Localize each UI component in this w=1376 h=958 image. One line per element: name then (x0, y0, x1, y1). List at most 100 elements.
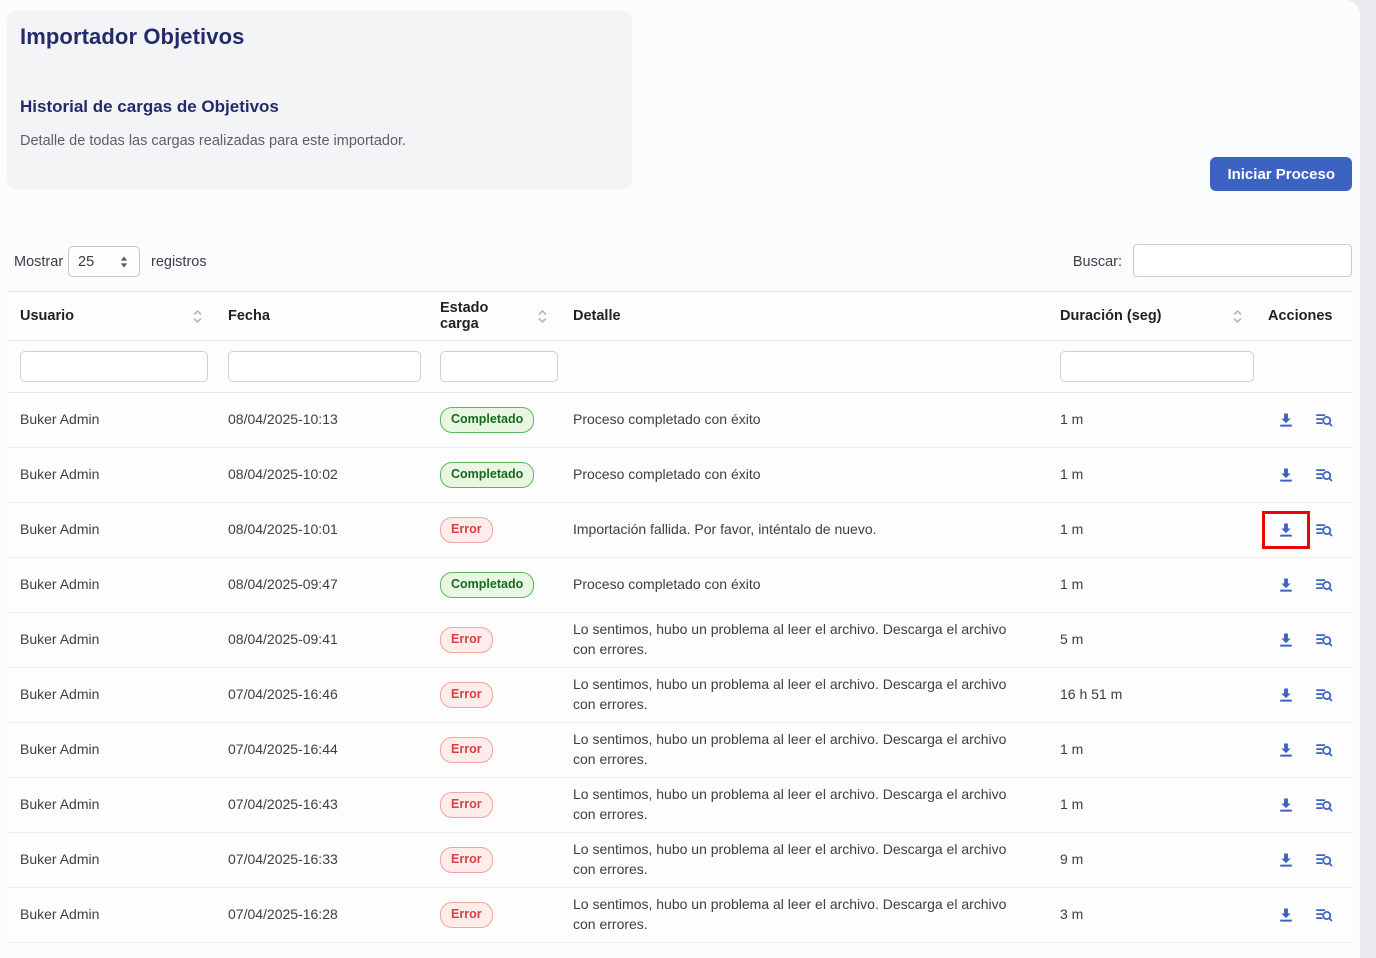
column-label: Acciones (1268, 308, 1332, 324)
cell-duracion: 3 m (1048, 888, 1256, 943)
column-label: Fecha (228, 308, 270, 324)
history-table: Usuario Fecha Estado carga Detalle Dur (8, 291, 1352, 943)
status-badge: Error (440, 627, 493, 654)
view-log-button[interactable] (1314, 575, 1334, 595)
status-badge: Error (440, 792, 493, 819)
filter-input-usuario[interactable] (20, 351, 208, 382)
cell-usuario: Buker Admin (8, 668, 216, 723)
table-row: Buker Admin 07/04/2025-16:28 Error Lo se… (8, 888, 1352, 943)
column-header-duracion[interactable]: Duración (seg) (1048, 292, 1256, 341)
cell-duracion: 1 m (1048, 393, 1256, 448)
cell-detalle: Lo sentimos, hubo un problema al leer el… (561, 668, 1048, 723)
column-header-detalle[interactable]: Detalle (561, 292, 1048, 341)
cell-usuario: Buker Admin (8, 723, 216, 778)
view-log-button[interactable] (1314, 630, 1334, 650)
cell-detalle: Lo sentimos, hubo un problema al leer el… (561, 778, 1048, 833)
download-icon (1276, 520, 1296, 540)
cell-usuario: Buker Admin (8, 503, 216, 558)
view-log-button[interactable] (1314, 740, 1334, 760)
sort-chevrons-icon (191, 309, 204, 324)
status-badge: Completado (440, 572, 534, 599)
download-button[interactable] (1276, 795, 1296, 815)
column-header-estado-carga[interactable]: Estado carga (428, 292, 561, 341)
download-icon (1276, 795, 1296, 815)
cell-usuario: Buker Admin (8, 833, 216, 888)
cell-fecha: 07/04/2025-16:46 (216, 668, 428, 723)
download-button[interactable] (1276, 630, 1296, 650)
download-button[interactable] (1276, 520, 1296, 540)
filter-input-fecha[interactable] (228, 351, 421, 382)
cell-detalle: Lo sentimos, hubo un problema al leer el… (561, 888, 1048, 943)
search-list-icon (1314, 575, 1334, 595)
cell-fecha: 07/04/2025-16:44 (216, 723, 428, 778)
table-row: Buker Admin 08/04/2025-09:47 Completado … (8, 558, 1352, 613)
download-icon (1276, 850, 1296, 870)
cell-duracion: 5 m (1048, 613, 1256, 668)
status-badge: Completado (440, 407, 534, 434)
cell-estado: Error (428, 833, 561, 888)
view-log-button[interactable] (1314, 795, 1334, 815)
show-label: Mostrar (14, 254, 63, 270)
search-list-icon (1314, 685, 1334, 705)
view-log-button[interactable] (1314, 410, 1334, 430)
cell-usuario: Buker Admin (8, 393, 216, 448)
page-size-select[interactable]: 25 (68, 246, 140, 277)
cell-estado: Completado (428, 558, 561, 613)
search-list-icon (1314, 850, 1334, 870)
cell-fecha: 08/04/2025-10:13 (216, 393, 428, 448)
updown-arrows-icon (118, 255, 130, 269)
cell-fecha: 07/04/2025-16:43 (216, 778, 428, 833)
download-button[interactable] (1276, 410, 1296, 430)
filter-input-estado-carga[interactable] (440, 351, 558, 382)
section-title: Historial de cargas de Objetivos (20, 97, 619, 117)
view-log-button[interactable] (1314, 685, 1334, 705)
search-input[interactable] (1133, 244, 1352, 277)
download-button[interactable] (1276, 740, 1296, 760)
download-button[interactable] (1276, 685, 1296, 705)
cell-detalle: Proceso completado con éxito (561, 393, 1048, 448)
cell-duracion: 1 m (1048, 723, 1256, 778)
start-process-button[interactable]: Iniciar Proceso (1210, 157, 1352, 191)
download-button[interactable] (1276, 465, 1296, 485)
cell-duracion: 9 m (1048, 833, 1256, 888)
download-icon (1276, 465, 1296, 485)
column-header-usuario[interactable]: Usuario (8, 292, 216, 341)
column-header-fecha[interactable]: Fecha (216, 292, 428, 341)
search-label: Buscar: (1073, 254, 1122, 270)
cell-detalle: Lo sentimos, hubo un problema al leer el… (561, 833, 1048, 888)
download-button[interactable] (1276, 575, 1296, 595)
table-filter-row (8, 341, 1352, 393)
table-header-row: Usuario Fecha Estado carga Detalle Dur (8, 292, 1352, 341)
section-description: Detalle de todas las cargas realizadas p… (20, 133, 619, 149)
search-list-icon (1314, 795, 1334, 815)
table-row: Buker Admin 08/04/2025-09:41 Error Lo se… (8, 613, 1352, 668)
search-list-icon (1314, 465, 1334, 485)
cell-detalle: Importación fallida. Por favor, inténtal… (561, 503, 1048, 558)
header-panel: Importador Objetivos Historial de cargas… (7, 11, 632, 189)
filter-input-duracion[interactable] (1060, 351, 1254, 382)
cell-fecha: 08/04/2025-09:41 (216, 613, 428, 668)
cell-estado: Error (428, 503, 561, 558)
page-size-value: 25 (78, 254, 94, 270)
table-row: Buker Admin 07/04/2025-16:44 Error Lo se… (8, 723, 1352, 778)
view-log-button[interactable] (1314, 905, 1334, 925)
table-controls: Mostrar 25 registros Buscar: (0, 246, 1360, 282)
search-list-icon (1314, 520, 1334, 540)
table-row: Buker Admin 08/04/2025-10:02 Completado … (8, 448, 1352, 503)
view-log-button[interactable] (1314, 520, 1334, 540)
download-icon (1276, 575, 1296, 595)
page-title: Importador Objetivos (20, 24, 619, 50)
cell-usuario: Buker Admin (8, 558, 216, 613)
status-badge: Completado (440, 462, 534, 489)
download-button[interactable] (1276, 850, 1296, 870)
main-panel: Importador Objetivos Historial de cargas… (0, 0, 1360, 958)
cell-fecha: 08/04/2025-09:47 (216, 558, 428, 613)
cell-detalle: Proceso completado con éxito (561, 558, 1048, 613)
view-log-button[interactable] (1314, 465, 1334, 485)
cell-estado: Error (428, 613, 561, 668)
view-log-button[interactable] (1314, 850, 1334, 870)
download-button[interactable] (1276, 905, 1296, 925)
cell-usuario: Buker Admin (8, 888, 216, 943)
table-row: Buker Admin 07/04/2025-16:46 Error Lo se… (8, 668, 1352, 723)
download-icon (1276, 740, 1296, 760)
